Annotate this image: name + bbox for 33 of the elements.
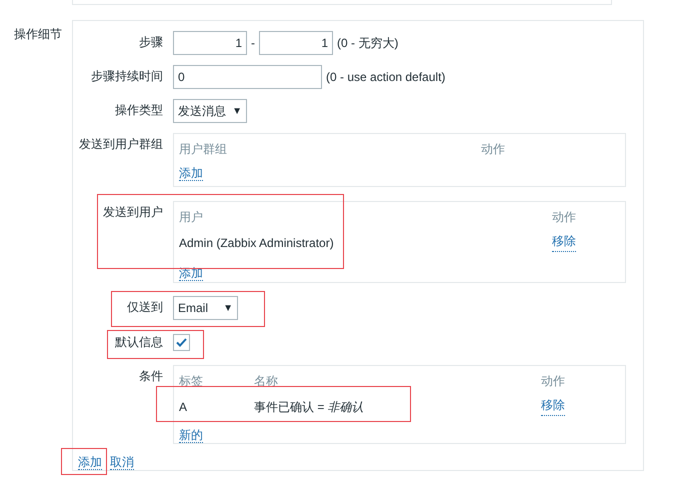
column-header: 动作 (541, 373, 565, 390)
column-header: 用户 (179, 209, 204, 226)
user-name: Admin (Zabbix Administrator) (179, 235, 335, 252)
column-header: 动作 (481, 141, 505, 158)
step-from-field[interactable]: 1 (173, 31, 247, 55)
field-label: 操作类型 (115, 102, 163, 119)
hint-text: (0 - use action default) (326, 69, 446, 86)
duration-field[interactable]: 0 (173, 65, 322, 89)
condition-label: A (179, 399, 188, 416)
dropdown[interactable]: Email ▼ (173, 296, 238, 320)
hint-text: (0 - 无穷大) (337, 35, 398, 52)
column-header: 动作 (552, 209, 576, 226)
new-link[interactable]: 新的 (179, 428, 203, 443)
range-separator: - (251, 35, 255, 52)
column-header: 用户群组 (179, 141, 228, 158)
remove-link[interactable]: 移除 (552, 234, 576, 252)
field-label: 条件 (139, 368, 163, 385)
add-link[interactable]: 添加 (179, 166, 203, 181)
section-label: 操作细节 (14, 27, 62, 41)
dropdown[interactable]: 发送消息 ▼ (173, 99, 247, 123)
cancel-link[interactable]: 取消 (110, 455, 134, 470)
column-header: 名称 (254, 373, 279, 390)
field-label: 步骤 (139, 34, 163, 51)
field-label: 发送到用户 (103, 204, 163, 221)
field-label: 发送到用户群组 (79, 136, 163, 153)
column-header: 标签 (179, 373, 204, 390)
field-label: 仅送到 (127, 299, 163, 316)
step-to-field[interactable]: 1 (259, 31, 333, 55)
condition-name: 事件已确认 = 非确认 (254, 399, 365, 416)
remove-link[interactable]: 移除 (541, 398, 565, 416)
add-link[interactable]: 添加 (78, 455, 102, 470)
field-label: 默认信息 (115, 334, 163, 351)
field-label: 步骤持续时间 (91, 68, 163, 85)
